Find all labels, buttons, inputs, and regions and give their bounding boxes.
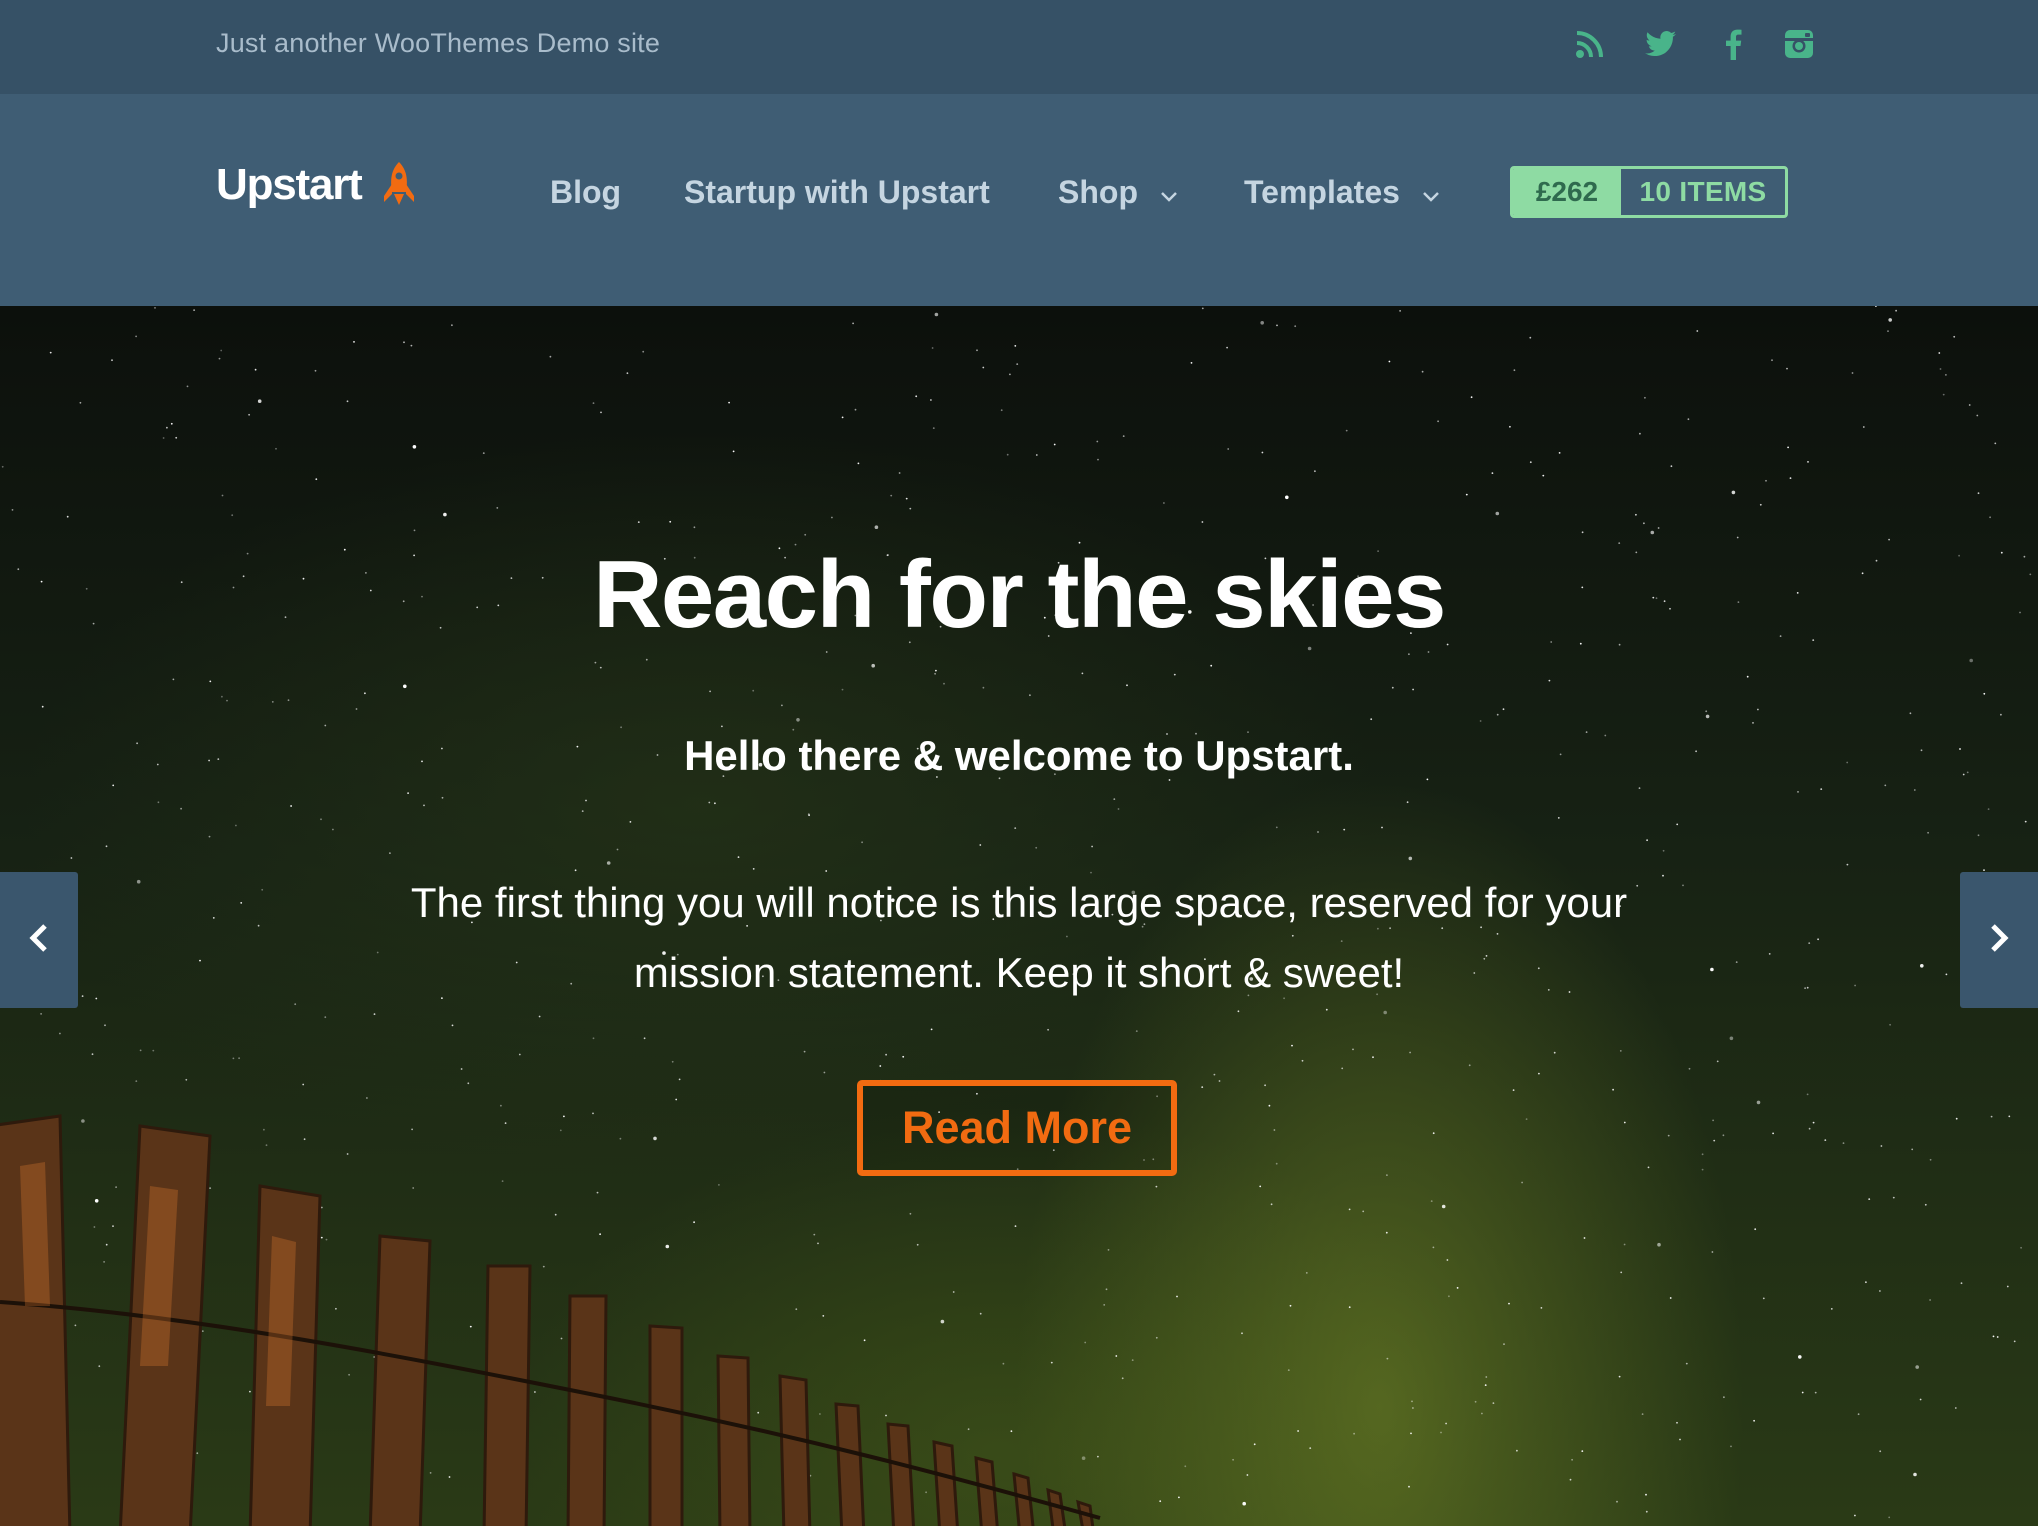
hero-description: The first thing you will notice is this … [410, 879, 1628, 996]
nav-shop[interactable]: Shop [1058, 174, 1178, 211]
nav-blog-label: Blog [550, 174, 622, 210]
hero-title: Reach for the skies [593, 541, 1446, 648]
hero-subtitle: Hello there & welcome to Upstart. [684, 732, 1354, 779]
site-header: Upstart Blog Startup with Upstart Shop T… [0, 94, 2038, 306]
cart-button[interactable]: £262 10 ITEMS [1510, 166, 1788, 218]
chevron-left-icon [28, 923, 50, 958]
rss-icon[interactable] [1570, 24, 1610, 64]
nav-startup-label: Startup with Upstart [684, 174, 990, 210]
facebook-icon[interactable] [1713, 24, 1753, 64]
nav-templates[interactable]: Templates [1244, 174, 1440, 211]
nav-blog[interactable]: Blog [550, 174, 621, 211]
chevron-right-icon [1988, 923, 2010, 958]
nav-shop-label: Shop [1058, 174, 1138, 210]
hero-slider: Reach for the skies Hello there & welcom… [0, 306, 2038, 1526]
read-more-button[interactable]: Read More [857, 1080, 1177, 1176]
site-logo[interactable]: Upstart [216, 160, 363, 210]
cart-total: £262 [1513, 169, 1621, 215]
cart-item-count: 10 ITEMS [1639, 176, 1767, 207]
site-tagline: Just another WooThemes Demo site [216, 28, 661, 58]
chevron-down-icon [1160, 174, 1178, 211]
slider-next-button[interactable] [1960, 872, 2038, 1008]
top-bar: Just another WooThemes Demo site [0, 0, 2038, 94]
chevron-down-icon [1422, 174, 1440, 211]
instagram-icon[interactable] [1779, 24, 1819, 64]
nav-startup-with-upstart[interactable]: Startup with Upstart [684, 174, 990, 211]
twitter-icon[interactable] [1641, 24, 1681, 64]
rocket-icon [382, 162, 416, 211]
slider-prev-button[interactable] [0, 872, 78, 1008]
nav-templates-label: Templates [1244, 174, 1400, 210]
